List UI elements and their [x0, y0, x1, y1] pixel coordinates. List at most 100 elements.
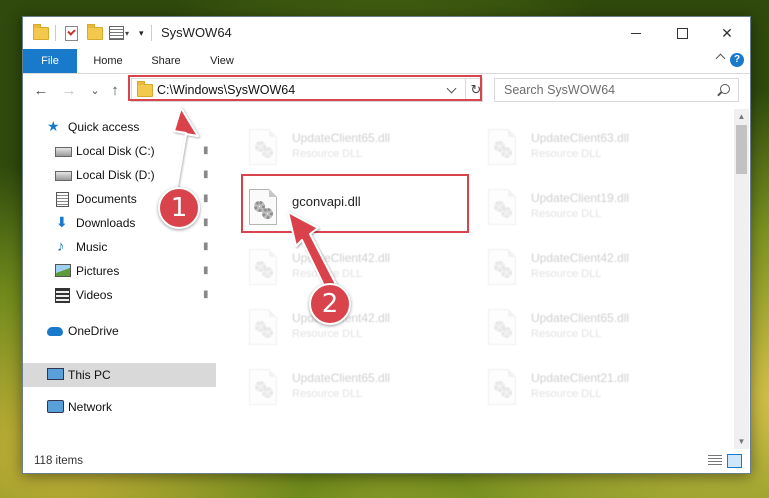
list-item[interactable]: UpdateClient65.dll Resource DLL — [244, 363, 474, 419]
forward-button[interactable]: → — [59, 82, 79, 100]
file-type: Resource DLL — [292, 268, 363, 280]
list-item[interactable]: UpdateClient21.dll Resource DLL — [483, 363, 713, 419]
list-item[interactable]: UpdateClient63.dll Resource DLL — [483, 123, 713, 179]
vertical-scrollbar[interactable]: ▲ ▼ — [734, 109, 749, 449]
collapse-ribbon-icon[interactable] — [715, 53, 726, 64]
disk-icon — [55, 147, 72, 157]
scroll-thumb[interactable] — [736, 125, 747, 174]
sidebar-item-quick-access[interactable]: ★ Quick access — [23, 115, 216, 139]
scroll-up-icon[interactable]: ▲ — [734, 109, 749, 124]
dll-file-icon — [488, 129, 518, 167]
computer-icon — [47, 368, 64, 380]
minimize-button[interactable] — [613, 17, 659, 49]
explorer-window: ▾ ▾ SysWOW64 ✕ File Home Share View ? ← … — [22, 16, 751, 474]
sidebar-item-label: Network — [68, 400, 113, 414]
music-icon: ♪ — [57, 238, 65, 255]
tab-file[interactable]: File — [23, 49, 77, 73]
sidebar-item-onedrive[interactable]: OneDrive — [23, 319, 216, 343]
new-folder-icon[interactable] — [87, 23, 103, 43]
recent-locations-button[interactable]: ⌄ — [85, 82, 105, 100]
step-1-badge: 1 — [158, 187, 200, 229]
file-name: UpdateClient21.dll — [531, 371, 630, 385]
file-list: UpdateClient65.dll Resource DLL gconvapi… — [216, 109, 732, 449]
file-name: UpdateClient63.dll — [531, 131, 630, 145]
sidebar-item-this-pc[interactable]: This PC — [23, 363, 216, 387]
folder-icon — [33, 23, 49, 43]
pictures-icon — [55, 264, 71, 277]
file-type: Resource DLL — [292, 328, 363, 340]
file-name: UpdateClient42.dll — [531, 251, 630, 265]
pin-icon: ▮ — [203, 265, 209, 276]
help-icon[interactable]: ? — [730, 53, 744, 67]
properties-icon[interactable] — [109, 23, 124, 43]
pin-icon: ▮ — [203, 289, 209, 300]
back-button[interactable]: ← — [31, 82, 51, 100]
search-placeholder: Search SysWOW64 — [504, 83, 616, 97]
file-type: Resource DLL — [531, 388, 602, 400]
network-icon — [47, 400, 64, 413]
sidebar-item-pictures[interactable]: Pictures ▮ — [23, 259, 216, 283]
dll-file-icon — [488, 249, 518, 287]
window-title: SysWOW64 — [161, 25, 232, 40]
sidebar-item-local-disk-d[interactable]: Local Disk (D:) ▮ — [23, 163, 216, 187]
large-icons-view-icon[interactable] — [727, 454, 742, 468]
file-highlight-box — [241, 174, 469, 233]
maximize-button[interactable] — [659, 17, 705, 49]
sidebar-item-local-disk-c[interactable]: Local Disk (C:) ▮ — [23, 139, 216, 163]
list-item[interactable]: UpdateClient65.dll Resource DLL — [244, 123, 474, 179]
file-type: Resource DLL — [531, 328, 602, 340]
sidebar-item-label: Local Disk (D:) — [76, 168, 155, 182]
file-name: UpdateClient65.dll — [531, 311, 630, 325]
tab-view[interactable]: View — [197, 49, 247, 73]
step-2-badge: 2 — [309, 283, 351, 325]
sidebar-item-videos[interactable]: Videos ▮ — [23, 283, 216, 307]
search-icon — [720, 84, 730, 94]
navigation-bar: ← → ⌄ ↑ C:\Windows\SysWOW64 ↻ Search Sys… — [23, 74, 750, 108]
close-button[interactable]: ✕ — [704, 17, 750, 49]
search-input[interactable]: Search SysWOW64 — [494, 78, 739, 102]
pin-icon: ▮ — [203, 145, 209, 156]
dll-file-icon — [249, 249, 279, 287]
tab-share[interactable]: Share — [141, 49, 191, 73]
file-type: Resource DLL — [292, 148, 363, 160]
dll-file-icon — [249, 309, 279, 347]
file-name: UpdateClient65.dll — [292, 131, 391, 145]
videos-icon — [55, 288, 70, 303]
pin-icon: ▮ — [203, 217, 209, 228]
list-item[interactable]: UpdateClient42.dll Resource DLL — [244, 303, 474, 359]
status-bar: 118 items — [23, 449, 750, 473]
dll-file-icon — [488, 369, 518, 407]
file-name: UpdateClient65.dll — [292, 371, 391, 385]
file-name: UpdateClient42.dll — [292, 251, 391, 265]
documents-icon — [56, 192, 69, 207]
sidebar-item-network[interactable]: Network — [23, 395, 216, 419]
file-name: UpdateClient19.dll — [531, 191, 630, 205]
sidebar-item-music[interactable]: ♪ Music ▮ — [23, 235, 216, 259]
list-item[interactable]: UpdateClient19.dll Resource DLL — [483, 183, 713, 239]
pin-icon: ▮ — [203, 241, 209, 252]
sidebar-item-label: This PC — [68, 368, 111, 382]
file-type: Resource DLL — [292, 388, 363, 400]
qa-dropdown-icon[interactable]: ▾ — [125, 23, 129, 43]
dll-file-icon — [488, 189, 518, 227]
customize-toolbar-icon[interactable]: ▾ — [139, 23, 144, 43]
downloads-icon: ⬇ — [56, 214, 68, 230]
onedrive-icon — [47, 327, 63, 336]
pin-icon: ▮ — [203, 193, 209, 204]
sidebar-item-label: Videos — [76, 288, 113, 302]
address-highlight-box — [128, 75, 482, 101]
up-button[interactable]: ↑ — [105, 82, 125, 100]
details-view-icon[interactable] — [708, 455, 722, 466]
sidebar-item-label: Music — [76, 240, 108, 254]
scroll-down-icon[interactable]: ▼ — [734, 434, 749, 449]
navigation-pane: ★ Quick access Local Disk (C:) ▮ Local D… — [23, 109, 216, 449]
file-type: Resource DLL — [531, 208, 602, 220]
sidebar-item-label: Documents — [76, 192, 137, 206]
title-bar: ▾ ▾ SysWOW64 ✕ — [23, 17, 750, 49]
list-item[interactable]: UpdateClient42.dll Resource DLL — [244, 243, 474, 299]
tab-home[interactable]: Home — [83, 49, 133, 73]
list-item[interactable]: UpdateClient42.dll Resource DLL — [483, 243, 713, 299]
properties-check-icon[interactable] — [65, 23, 78, 43]
file-type: Resource DLL — [531, 148, 602, 160]
list-item[interactable]: UpdateClient65.dll Resource DLL — [483, 303, 713, 359]
